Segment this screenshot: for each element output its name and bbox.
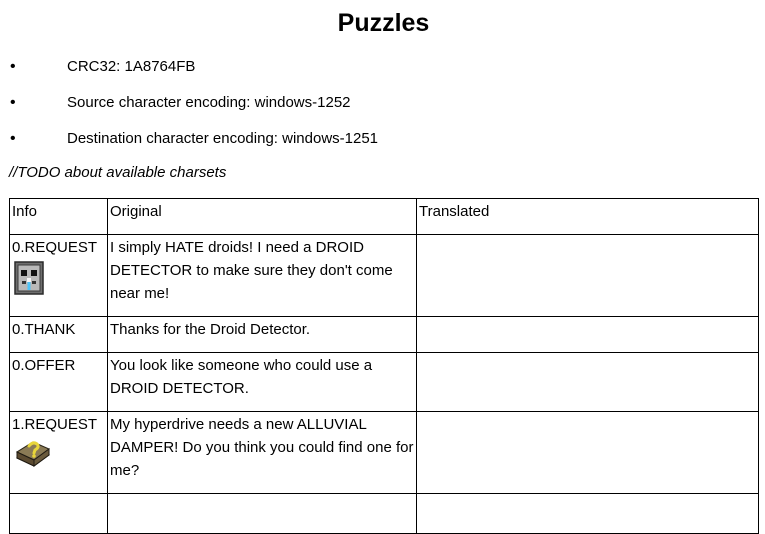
info-id: 0.OFFER <box>12 357 76 374</box>
original-cell <box>107 493 417 534</box>
info-cell: 0.REQUEST <box>9 234 108 317</box>
translated-cell[interactable] <box>416 493 759 534</box>
table-row: 0.THANK Thanks for the Droid Detector. <box>9 316 759 353</box>
info-cell: 1.REQUEST <box>9 411 108 494</box>
bullet-text: Source character encoding: windows-1252 <box>67 94 351 111</box>
header-original: Original <box>107 198 417 235</box>
info-id: 0.THANK <box>12 321 76 338</box>
table-row: 1.REQUEST My hyperdrive needs a new ALLU… <box>9 411 759 494</box>
info-id: 1.REQUEST <box>12 416 98 433</box>
table-row: 0.OFFER You look like someone who could … <box>9 352 759 412</box>
bullet-text: Destination character encoding: windows-… <box>67 130 379 147</box>
todo-note: //TODO about available charsets <box>9 164 227 181</box>
bullet-dot-icon: • <box>10 58 16 75</box>
droid-detector-icon <box>14 261 44 295</box>
original-cell: I simply HATE droids! I need a DROID DET… <box>107 234 417 317</box>
header-translated: Translated <box>416 198 759 235</box>
table-header-row: Info Original Translated <box>9 198 759 235</box>
table-row <box>9 493 759 534</box>
original-cell: You look like someone who could use a DR… <box>107 352 417 412</box>
info-id: 0.REQUEST <box>12 239 98 256</box>
page-title: Puzzles <box>337 9 430 37</box>
translated-cell[interactable] <box>416 234 759 317</box>
bullet-text: CRC32: 1A8764FB <box>67 58 196 75</box>
translated-cell[interactable] <box>416 316 759 353</box>
bullet-list: • CRC32: 1A8764FB • Source character enc… <box>10 56 710 164</box>
translated-cell[interactable] <box>416 352 759 412</box>
bullet-dot-icon: • <box>10 94 16 111</box>
alluvial-damper-icon <box>15 441 50 467</box>
translation-table: Info Original Translated 0.REQUEST I sim… <box>9 198 759 534</box>
bullet-item-destination-encoding: • Destination character encoding: window… <box>10 128 710 164</box>
translated-cell[interactable] <box>416 411 759 494</box>
original-cell: Thanks for the Droid Detector. <box>107 316 417 353</box>
bullet-dot-icon: • <box>10 130 16 147</box>
header-info: Info <box>9 198 108 235</box>
bullet-item-crc32: • CRC32: 1A8764FB <box>10 56 710 92</box>
info-cell <box>9 493 108 534</box>
table-row: 0.REQUEST I simply HATE droids! I need a… <box>9 234 759 317</box>
info-cell: 0.THANK <box>9 316 108 353</box>
original-cell: My hyperdrive needs a new ALLUVIAL DAMPE… <box>107 411 417 494</box>
info-cell: 0.OFFER <box>9 352 108 412</box>
bullet-item-source-encoding: • Source character encoding: windows-125… <box>10 92 710 128</box>
